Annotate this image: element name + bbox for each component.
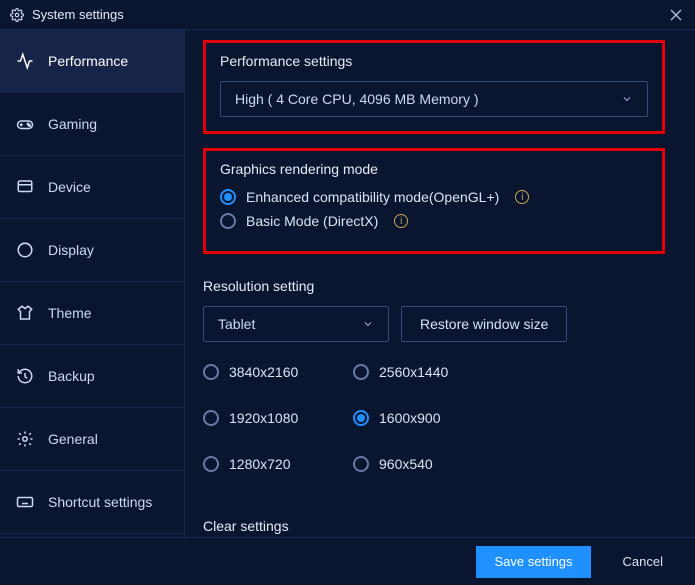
radio-icon [220,189,236,205]
titlebar: System settings [0,0,695,30]
save-button[interactable]: Save settings [476,546,590,578]
clear-title: Clear settings [203,518,665,534]
sidebar-item-label: Display [48,242,94,258]
radio-icon [203,410,219,426]
resolution-selected: Tablet [218,316,255,332]
graphics-option-directx[interactable]: Basic Mode (DirectX) i [220,213,648,229]
cancel-button[interactable]: Cancel [605,546,681,578]
sidebar-item-label: General [48,431,98,447]
gamepad-icon [16,115,34,133]
radio-icon [220,213,236,229]
res-option-1280x720[interactable]: 1280x720 [203,456,353,472]
radio-icon [353,364,369,380]
graphics-option-label: Basic Mode (DirectX) [246,213,378,229]
graphics-option-opengl[interactable]: Enhanced compatibility mode(OpenGL+) i [220,189,648,205]
res-option-1920x1080[interactable]: 1920x1080 [203,410,353,426]
device-icon [16,178,34,196]
radio-icon [203,364,219,380]
resolution-title: Resolution setting [203,278,665,294]
radio-icon [203,456,219,472]
graphics-title: Graphics rendering mode [220,161,648,177]
sidebar-item-display[interactable]: Display [0,219,184,282]
performance-section: Performance settings High ( 4 Core CPU, … [203,40,665,134]
close-icon[interactable] [667,6,685,24]
radio-icon [353,410,369,426]
sidebar-item-label: Theme [48,305,92,321]
info-icon[interactable]: i [515,190,529,204]
keyboard-icon [16,493,34,511]
res-option-960x540[interactable]: 960x540 [353,456,503,472]
display-icon [16,241,34,259]
res-label: 3840x2160 [229,364,298,380]
window-title: System settings [32,7,124,22]
main-panel: Performance settings High ( 4 Core CPU, … [185,30,695,537]
resolution-select[interactable]: Tablet [203,306,389,342]
res-label: 1280x720 [229,456,291,472]
sidebar-item-performance[interactable]: Performance [0,30,184,93]
sidebar-item-backup[interactable]: Backup [0,345,184,408]
graphics-option-label: Enhanced compatibility mode(OpenGL+) [246,189,499,205]
sidebar-item-shortcut[interactable]: Shortcut settings [0,471,184,534]
res-option-2560x1440[interactable]: 2560x1440 [353,364,503,380]
res-label: 2560x1440 [379,364,448,380]
activity-icon [16,52,34,70]
sidebar-item-theme[interactable]: Theme [0,282,184,345]
footer: Save settings Cancel [0,537,695,585]
settings-icon [16,430,34,448]
radio-icon [353,456,369,472]
res-label: 960x540 [379,456,433,472]
sidebar-item-label: Device [48,179,91,195]
performance-selected: High ( 4 Core CPU, 4096 MB Memory ) [235,91,479,107]
res-option-3840x2160[interactable]: 3840x2160 [203,364,353,380]
sidebar-item-label: Gaming [48,116,97,132]
sidebar-item-device[interactable]: Device [0,156,184,219]
clear-section: Clear settings Reset desktop Clear Googl… [203,508,665,537]
history-icon [16,367,34,385]
graphics-section: Graphics rendering mode Enhanced compati… [203,148,665,254]
info-icon[interactable]: i [394,214,408,228]
chevron-down-icon [362,318,374,330]
sidebar-item-gaming[interactable]: Gaming [0,93,184,156]
res-label: 1600x900 [379,410,441,426]
resolution-section: Resolution setting Tablet Restore window… [203,268,665,494]
sidebar-item-label: Shortcut settings [48,494,152,510]
performance-title: Performance settings [220,53,648,69]
res-label: 1920x1080 [229,410,298,426]
sidebar: Performance Gaming Device Display Theme … [0,30,185,537]
sidebar-item-label: Performance [48,53,128,69]
gear-icon [10,8,24,22]
sidebar-item-label: Backup [48,368,95,384]
chevron-down-icon [621,93,633,105]
sidebar-item-general[interactable]: General [0,408,184,471]
performance-select[interactable]: High ( 4 Core CPU, 4096 MB Memory ) [220,81,648,117]
shirt-icon [16,304,34,322]
res-option-1600x900[interactable]: 1600x900 [353,410,503,426]
restore-window-button[interactable]: Restore window size [401,306,567,342]
